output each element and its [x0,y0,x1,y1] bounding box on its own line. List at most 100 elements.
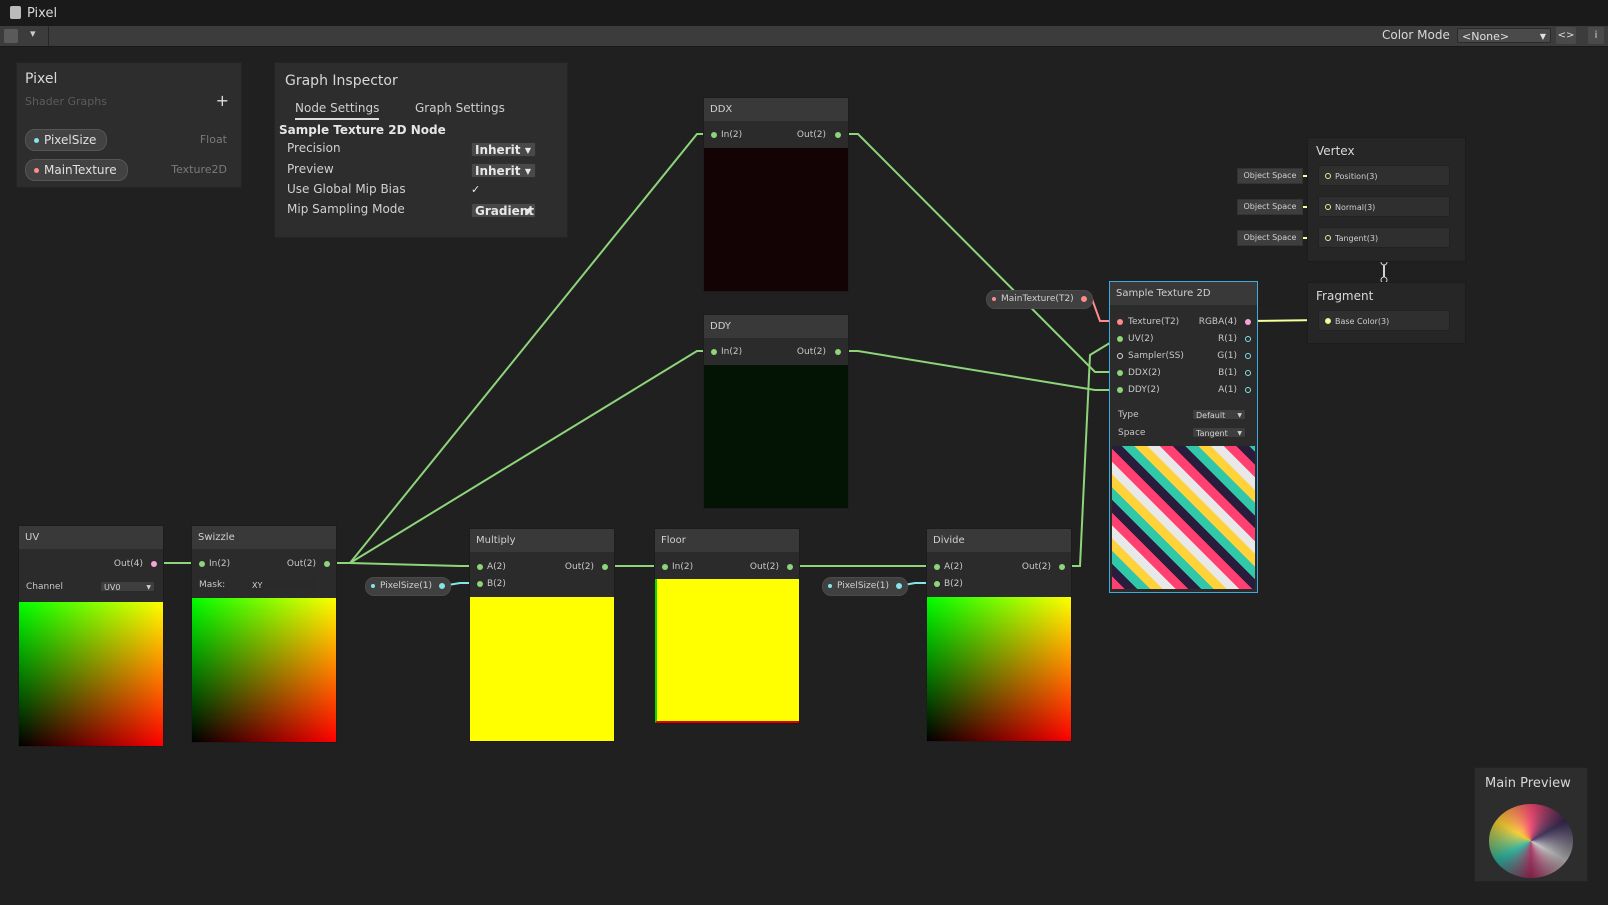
main-preview-panel[interactable]: Main Preview [1474,767,1588,882]
preview-dropdown[interactable]: Inherit ▼ [471,163,536,178]
slot-label: Normal(3) [1335,203,1376,212]
node-title: DDX [704,98,848,121]
input-port-icon[interactable] [199,561,205,567]
input-port-icon[interactable] [1117,370,1123,376]
input-port-icon[interactable] [477,564,483,570]
vertex-slot-normal[interactable]: Normal(3) [1318,196,1450,217]
output-port-icon[interactable] [1245,387,1251,393]
global-mip-bias-checkbox[interactable]: ✓ [471,183,480,196]
input-port-icon[interactable] [477,581,483,587]
node-title: Multiply [470,529,614,552]
output-port-icon[interactable] [439,583,446,589]
type-dropdown[interactable]: Default ▼ [1192,409,1246,420]
chevron-down-icon: ▼ [524,146,531,155]
input-port-icon[interactable] [1325,173,1331,179]
node-multiply[interactable]: Multiply A(2) B(2) Out(2) [469,528,615,742]
output-port-icon[interactable] [1245,336,1251,342]
output-port-icon[interactable] [1059,564,1065,570]
output-port-icon[interactable] [896,583,903,589]
edge-ddx-sample [840,133,1118,373]
node-uv[interactable]: UV Out(4) Channel UV0 ▼ [18,525,164,747]
inspector-section-title: Sample Texture 2D Node [279,123,446,137]
tab-graph-settings[interactable]: Graph Settings [415,101,505,115]
input-port-label-b: B(2) [487,579,506,589]
node-sample-texture-2d[interactable]: Sample Texture 2D Texture(T2) UV(2) Samp… [1109,281,1258,593]
node-preview [927,597,1071,741]
fragment-context[interactable]: Fragment Base Color(3) [1307,282,1466,344]
input-port-icon[interactable] [662,564,668,570]
input-port-label-a: A(2) [944,562,963,572]
output-port-icon[interactable] [1080,296,1087,302]
add-property-button[interactable]: + [216,91,229,110]
precision-dropdown[interactable]: Inherit ▼ [471,142,536,157]
object-space-node[interactable]: Object Space [1237,199,1303,215]
property-pill[interactable]: PixelSize [25,129,108,151]
property-node-pixelsize[interactable]: PixelSize(1) [365,577,452,596]
output-port-icon[interactable] [151,561,157,567]
input-port-icon[interactable] [1325,235,1331,241]
blackboard-property-pixelsize[interactable]: PixelSize [25,129,108,151]
space-label: Space [1118,428,1146,438]
property-node-pixelsize[interactable]: PixelSize(1) [822,577,909,596]
input-port-label: In(2) [209,559,231,569]
blackboard-property-maintexture[interactable]: MainTexture [25,159,128,181]
space-dropdown[interactable]: Tangent ▼ [1192,427,1246,438]
output-port-icon[interactable] [602,564,608,570]
input-port-label: In(2) [721,130,743,140]
object-space-node[interactable]: Object Space [1237,230,1303,246]
node-swizzle[interactable]: Swizzle In(2) Out(2) Mask: XY [191,525,337,743]
input-port-icon[interactable] [1117,336,1123,342]
node-ddx[interactable]: DDX In(2) Out(2) [703,97,849,292]
preview-label: Preview [287,162,334,176]
node-floor[interactable]: Floor In(2) Out(2) [654,528,800,724]
chevron-down-icon: ▼ [146,584,151,591]
object-space-node[interactable]: Object Space [1237,168,1303,184]
output-port-icon[interactable] [1245,370,1251,376]
input-port-icon[interactable] [1117,387,1123,393]
input-port-icon[interactable] [711,132,717,138]
tab-node-settings[interactable]: Node Settings [295,101,380,120]
mip-sampling-mode-dropdown[interactable]: Gradient ▼ [471,203,536,218]
output-port-icon[interactable] [1245,353,1251,359]
node-preview [19,602,163,746]
output-port-icon[interactable] [835,132,841,138]
input-port-icon[interactable] [1325,318,1331,324]
property-node-maintexture[interactable]: MainTexture(T2) [986,290,1093,309]
vertex-context[interactable]: Vertex Position(3) Normal(3) Tangent(3) [1307,137,1466,262]
blackboard-subtitle: Shader Graphs [25,95,107,108]
main-preview-title: Main Preview [1485,776,1571,791]
input-port-icon[interactable] [711,349,717,355]
edge-ddy-sample [840,350,1118,391]
preview-sphere[interactable] [1489,804,1573,878]
vertex-slot-tangent[interactable]: Tangent(3) [1318,227,1450,248]
input-port-icon[interactable] [1117,353,1123,359]
node-ddy[interactable]: DDY In(2) Out(2) [703,314,849,509]
output-port-label: Out(2) [1021,562,1051,572]
graph-inspector-title: Graph Inspector [285,73,398,89]
input-port-icon[interactable] [934,564,940,570]
output-port-label: A(1) [1218,385,1237,395]
node-divide[interactable]: Divide A(2) B(2) Out(2) [926,528,1072,742]
input-port-label: Texture(T2) [1128,317,1180,327]
graph-inspector-panel: Graph Inspector Node Settings Graph Sett… [274,62,568,238]
fragment-slot-base-color[interactable]: Base Color(3) [1318,310,1450,331]
input-port-icon[interactable] [934,581,940,587]
output-port-label: Out(4) [113,559,143,569]
output-port-icon[interactable] [835,349,841,355]
output-port-icon[interactable] [324,561,330,567]
input-port-icon[interactable] [1117,319,1123,325]
node-title: Sample Texture 2D [1110,282,1257,305]
vertex-slot-position[interactable]: Position(3) [1318,165,1450,186]
output-port-icon[interactable] [1245,319,1251,325]
input-port-label: DDY(2) [1128,385,1160,395]
output-port-label: Out(2) [564,562,594,572]
output-port-icon[interactable] [787,564,793,570]
global-mip-bias-label: Use Global Mip Bias [287,182,406,196]
input-port-icon[interactable] [1325,204,1331,210]
mask-input[interactable]: XY [248,579,316,590]
property-pill[interactable]: MainTexture [25,159,128,181]
chevron-down-icon: ▼ [1237,412,1242,419]
blackboard-title: Pixel [25,71,58,87]
input-port-label: UV(2) [1128,334,1154,344]
channel-dropdown[interactable]: UV0 ▼ [100,581,155,592]
